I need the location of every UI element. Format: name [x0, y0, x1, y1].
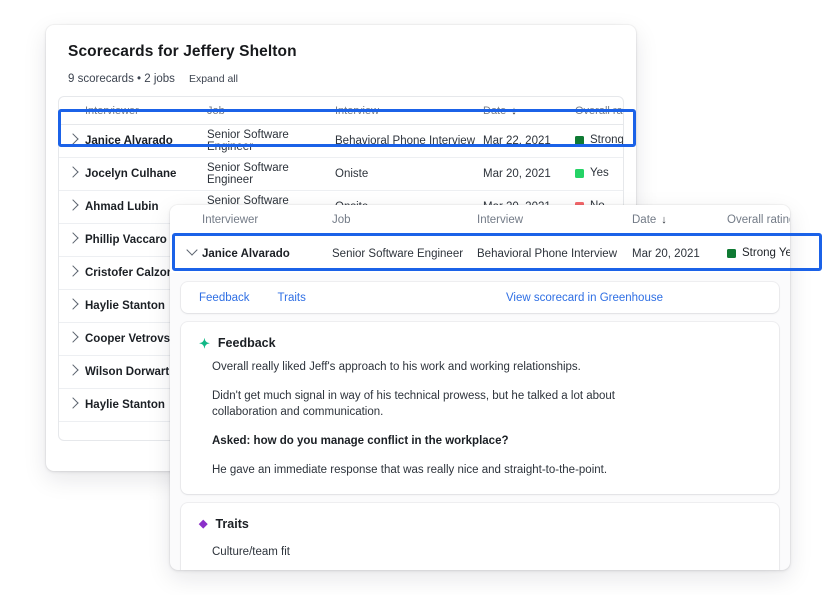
rating-label: Strong Yes [590, 134, 624, 146]
expanded-scorecard-panel: Interviewer Job Interview Date ↓ Overall … [170, 205, 790, 570]
cell-interview: Behavioral Phone Interview [335, 135, 483, 147]
cell-job: Senior Software Engineer [332, 248, 477, 260]
cell-interviewer: Janice Alvarado [202, 248, 332, 260]
cell-date: Mar 22, 2021 [483, 135, 575, 147]
cell-interview: Oniste [335, 168, 483, 180]
feedback-paragraph: He gave an immediate response that was r… [212, 462, 682, 479]
tab-feedback[interactable]: Feedback [199, 292, 250, 304]
chevron-right-icon [67, 199, 78, 210]
scorecards-count: 9 scorecards • 2 jobs [68, 73, 175, 85]
column-header-date[interactable]: Date ↓ [632, 214, 727, 226]
column-header-overall-rating[interactable]: Overall rating [727, 214, 790, 226]
sparkle-icon: ✦ [199, 337, 210, 350]
cell-interviewer: Janice Alvarado [85, 135, 207, 147]
view-scorecard-in-greenhouse-link[interactable]: View scorecard in Greenhouse [506, 292, 663, 304]
traits-body: Culture/team fit [199, 540, 761, 564]
chevron-right-icon [67, 133, 78, 144]
column-header-job[interactable]: Job [207, 105, 335, 117]
feedback-card: ✦ Feedback Overall really liked Jeff's a… [181, 322, 779, 494]
cell-overall-rating: Yes [575, 167, 624, 181]
expand-row-toggle[interactable] [59, 267, 85, 279]
cell-interview: Behavioral Phone Interview [477, 248, 632, 260]
chevron-right-icon [67, 397, 78, 408]
sort-descending-icon[interactable]: ↓ [661, 214, 667, 226]
expand-row-toggle[interactable] [59, 333, 85, 345]
chevron-right-icon [67, 331, 78, 342]
table-row[interactable]: Jocelyn Culhane Senior Software Engineer… [59, 158, 623, 191]
feedback-question: Asked: how do you manage conflict in the… [212, 433, 682, 450]
column-header-overall-rating[interactable]: Overall rating [575, 105, 624, 117]
column-header-date-label: Date [483, 105, 506, 117]
expand-row-toggle[interactable] [59, 201, 85, 213]
cell-overall-rating: Strong Yes [727, 247, 790, 261]
status-badge: Strong Yes [575, 134, 624, 146]
rating-label: Strong Yes [742, 247, 790, 259]
scorecards-header: Scorecards for Jeffery Shelton 9 scoreca… [46, 25, 636, 85]
feedback-paragraph: Overall really liked Jeff's approach to … [212, 359, 682, 376]
status-badge: Strong Yes [727, 247, 790, 259]
column-header-interview[interactable]: Interview [335, 105, 483, 117]
traits-heading-label: Traits [215, 517, 248, 531]
cell-job: Senior Software Engineer [207, 162, 335, 186]
feedback-body: Overall really liked Jeff's approach to … [199, 359, 761, 478]
feedback-paragraph: Didn't get much signal in way of his tec… [212, 388, 682, 421]
cell-interviewer: Jocelyn Culhane [85, 168, 207, 180]
expand-row-toggle[interactable] [59, 300, 85, 312]
rating-label: Yes [590, 167, 609, 179]
expanded-table-row[interactable]: Janice Alvarado Senior Software Engineer… [170, 235, 790, 273]
cell-date: Mar 20, 2021 [483, 168, 575, 180]
chevron-right-icon [67, 298, 78, 309]
expand-row-toggle[interactable] [59, 135, 85, 147]
scorecard-tabs-card: Feedback Traits View scorecard in Greenh… [181, 282, 779, 313]
chevron-right-icon [67, 166, 78, 177]
table-header-row: Interviewer Job Interview Date ↓ Overall … [59, 97, 623, 125]
sort-descending-icon[interactable]: ↓ [511, 105, 517, 117]
traits-section: ◆ Traits Culture/team fit [181, 503, 779, 570]
column-header-job[interactable]: Job [332, 214, 477, 226]
diamond-icon: ◆ [199, 519, 207, 530]
scorecards-meta-row: 9 scorecards • 2 jobs Expand all [68, 73, 614, 85]
collapse-row-toggle[interactable] [170, 248, 202, 260]
chevron-right-icon [67, 265, 78, 276]
status-badge: Yes [575, 167, 609, 179]
cell-date: Mar 20, 2021 [632, 248, 727, 260]
expand-row-toggle[interactable] [59, 168, 85, 180]
chevron-right-icon [67, 364, 78, 375]
feedback-heading-label: Feedback [218, 336, 276, 350]
column-header-interview[interactable]: Interview [477, 214, 632, 226]
rating-dot-icon [575, 169, 584, 178]
column-header-date-label: Date [632, 214, 656, 226]
column-header-interviewer[interactable]: Interviewer [202, 214, 332, 226]
scorecard-tabs: Feedback Traits View scorecard in Greenh… [181, 282, 779, 313]
expand-all-link[interactable]: Expand all [189, 73, 238, 85]
trait-label: Culture/team fit [212, 546, 512, 558]
cell-job: Senior Software Engineer [207, 129, 335, 153]
traits-heading: ◆ Traits [199, 517, 761, 531]
tab-traits[interactable]: Traits [278, 292, 306, 304]
table-row[interactable]: Janice Alvarado Senior Software Engineer… [59, 125, 623, 158]
rating-dot-icon [575, 136, 584, 145]
rating-dot-icon [727, 249, 736, 258]
expand-row-toggle[interactable] [59, 399, 85, 411]
column-header-date[interactable]: Date ↓ [483, 105, 575, 117]
feedback-section: ✦ Feedback Overall really liked Jeff's a… [181, 322, 779, 494]
chevron-down-icon [186, 244, 197, 255]
chevron-right-icon [67, 232, 78, 243]
column-header-interviewer[interactable]: Interviewer [85, 105, 207, 117]
cell-overall-rating: Strong Yes [575, 134, 624, 148]
expand-row-toggle[interactable] [59, 234, 85, 246]
feedback-heading: ✦ Feedback [199, 336, 761, 350]
trait-row: Culture/team fit [212, 540, 761, 564]
traits-card: ◆ Traits Culture/team fit [181, 503, 779, 570]
expanded-table-header-row: Interviewer Job Interview Date ↓ Overall … [170, 205, 790, 235]
page-title: Scorecards for Jeffery Shelton [68, 43, 614, 61]
expand-row-toggle[interactable] [59, 366, 85, 378]
